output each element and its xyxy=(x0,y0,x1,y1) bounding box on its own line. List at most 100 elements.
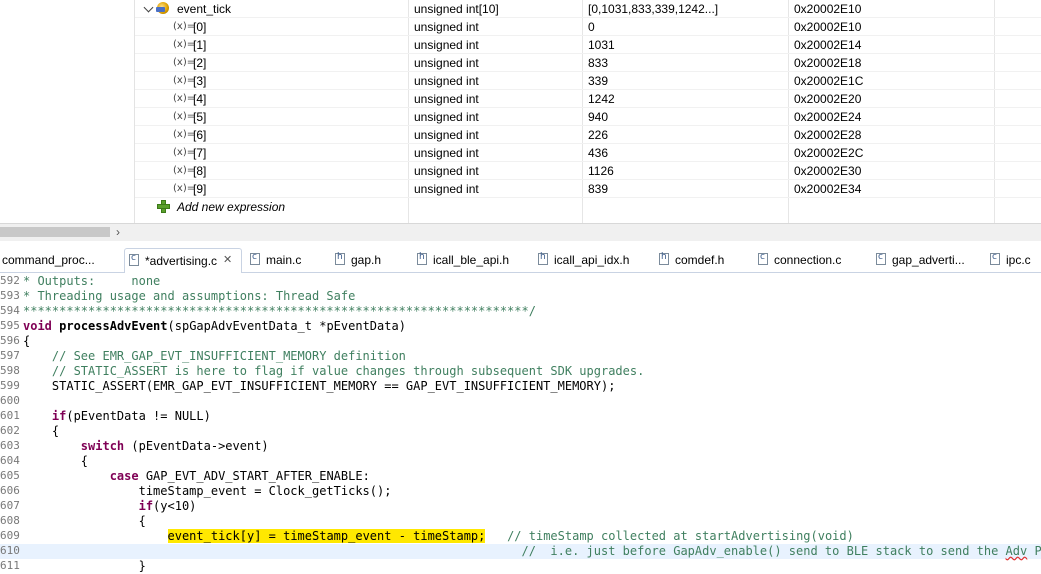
code-text[interactable]: // See EMR_GAP_EVT_INSUFFICIENT_MEMORY d… xyxy=(23,349,406,363)
code-text[interactable]: { xyxy=(23,424,59,438)
expression-child-row[interactable]: (x)= [9] unsigned int 839 0x20002E34 xyxy=(135,180,1041,198)
code-line[interactable]: 593 * Threading usage and assumptions: Th… xyxy=(0,289,1041,304)
close-tab-icon[interactable]: ✕ xyxy=(223,253,232,266)
code-text[interactable]: { xyxy=(23,334,30,348)
expression-child-row[interactable]: (x)= [2] unsigned int 833 0x20002E18 xyxy=(135,54,1041,72)
expression-child-row[interactable]: (x)= [3] unsigned int 339 0x20002E1C xyxy=(135,72,1041,90)
code-text[interactable]: timeStamp_event = Clock_getTicks(); xyxy=(23,484,392,498)
code-text[interactable]: STATIC_ASSERT(EMR_GAP_EVT_INSUFFICIENT_M… xyxy=(23,379,616,393)
expr-child-value[interactable]: 839 xyxy=(588,182,608,196)
expr-child-value[interactable]: 833 xyxy=(588,56,608,70)
code-text[interactable]: switch (pEventData->event) xyxy=(23,439,269,453)
expr-child-type: unsigned int xyxy=(414,164,479,178)
code-line[interactable]: 611 } xyxy=(0,559,1041,574)
expr-child-name: [2] xyxy=(193,56,207,70)
expression-child-row[interactable]: (x)= [0] unsigned int 0 0x20002E10 xyxy=(135,18,1041,36)
expr-child-value[interactable]: 1126 xyxy=(588,164,614,178)
code-text[interactable]: case GAP_EVT_ADV_START_AFTER_ENABLE: xyxy=(23,469,370,483)
expression-child-row[interactable]: (x)= [8] unsigned int 1126 0x20002E30 xyxy=(135,162,1041,180)
expr-child-value[interactable]: 436 xyxy=(588,146,608,160)
code-text[interactable]: if(pEventData != NULL) xyxy=(23,409,211,423)
code-line[interactable]: 605 case GAP_EVT_ADV_START_AFTER_ENABLE: xyxy=(0,469,1041,484)
line-number: 592 xyxy=(0,274,20,287)
scroll-right-arrow-icon[interactable]: › xyxy=(116,225,120,239)
code-text[interactable]: void processAdvEvent(spGapAdvEventData_t… xyxy=(23,319,406,333)
expr-child-value[interactable]: 1242 xyxy=(588,92,615,106)
expr-value[interactable]: [0,1031,833,339,1242...] xyxy=(588,2,718,16)
expression-child-row[interactable]: (x)= [4] unsigned int 1242 0x20002E20 xyxy=(135,90,1041,108)
code-line[interactable]: 604 { xyxy=(0,454,1041,469)
code-text[interactable]: { xyxy=(23,514,146,528)
code-line[interactable]: 601 if(pEventData != NULL) xyxy=(0,409,1041,424)
expr-address: 0x20002E10 xyxy=(794,2,862,16)
code-text[interactable]: if(y<10) xyxy=(23,499,197,513)
expr-child-value[interactable]: 226 xyxy=(588,128,608,142)
c-file-icon xyxy=(129,253,139,266)
add-expression-row[interactable]: Add new expression xyxy=(135,198,1041,216)
expr-child-name: [5] xyxy=(193,110,207,124)
variable-icon: (x)= xyxy=(173,111,196,122)
expr-child-type: unsigned int xyxy=(414,20,479,34)
expr-child-value[interactable]: 339 xyxy=(588,74,608,88)
code-line[interactable]: 600 xyxy=(0,394,1041,409)
expr-child-name: [6] xyxy=(193,128,207,142)
expression-child-row[interactable]: (x)= [6] unsigned int 226 0x20002E28 xyxy=(135,126,1041,144)
code-text[interactable]: // i.e. just before GapAdv_enable() send… xyxy=(23,544,1041,558)
expr-type: unsigned int[10] xyxy=(414,2,499,16)
code-line[interactable]: 594 *************************************… xyxy=(0,304,1041,319)
code-text[interactable]: { xyxy=(23,454,88,468)
expr-child-address: 0x20002E20 xyxy=(794,92,862,106)
expression-child-row[interactable]: (x)= [7] unsigned int 436 0x20002E2C xyxy=(135,144,1041,162)
code-line[interactable]: 603 switch (pEventData->event) xyxy=(0,439,1041,454)
code-line[interactable]: 607 if(y<10) xyxy=(0,499,1041,514)
code-text[interactable]: * Outputs: none xyxy=(23,274,160,288)
code-text[interactable]: // STATIC_ASSERT is here to flag if valu… xyxy=(23,364,644,378)
expression-child-row[interactable]: (x)= [5] unsigned int 940 0x20002E24 xyxy=(135,108,1041,126)
expr-child-value[interactable]: 0 xyxy=(588,20,595,34)
variable-icon: (x)= xyxy=(173,165,196,176)
code-line[interactable]: 610 // i.e. just before GapAdv_enable() … xyxy=(0,544,1041,559)
tab-label: gap.h xyxy=(351,253,382,267)
code-line[interactable]: 599 STATIC_ASSERT(EMR_GAP_EVT_INSUFFICIE… xyxy=(0,379,1041,394)
tab-label: ipc.c xyxy=(1006,253,1031,267)
code-line[interactable]: 602 { xyxy=(0,424,1041,439)
code-line[interactable]: 609 event_tick[y] = timeStamp_event - ti… xyxy=(0,529,1041,544)
expr-child-value[interactable]: 1031 xyxy=(588,38,615,52)
tab-label: main.c xyxy=(266,253,302,267)
variable-icon: (x)= xyxy=(173,93,196,104)
expr-child-address: 0x20002E14 xyxy=(794,38,862,52)
line-number: 599 xyxy=(0,379,20,392)
scrollbar-thumb[interactable] xyxy=(0,227,110,237)
variable-icon: (x)= xyxy=(173,129,196,140)
horizontal-scrollbar[interactable]: › xyxy=(0,223,1041,241)
expr-child-value[interactable]: 940 xyxy=(588,110,608,124)
code-editor[interactable]: 592 * Outputs: none 593 * Threading usage a… xyxy=(0,273,1041,574)
expression-row-event-tick[interactable]: event_tick unsigned int[10] [0,1031,833,… xyxy=(135,0,1041,18)
chevron-down-icon[interactable] xyxy=(143,2,154,13)
add-icon[interactable] xyxy=(157,200,170,213)
code-line[interactable]: 608 { xyxy=(0,514,1041,529)
code-text[interactable]: event_tick[y] = timeStamp_event - timeSt… xyxy=(23,529,854,543)
code-line[interactable]: 606 timeStamp_event = Clock_getTicks(); xyxy=(0,484,1041,499)
c-file-icon xyxy=(758,252,768,265)
tab-advertising-c[interactable]: *advertising.c ✕ xyxy=(124,248,242,273)
line-number: 597 xyxy=(0,349,20,362)
code-line[interactable]: 597 // See EMR_GAP_EVT_INSUFFICIENT_MEMO… xyxy=(0,349,1041,364)
code-text[interactable]: * Threading usage and assumptions: Threa… xyxy=(23,289,355,303)
code-line[interactable]: 596{ xyxy=(0,334,1041,349)
code-line[interactable]: 595 void processAdvEvent(spGapAdvEventDat… xyxy=(0,319,1041,334)
expression-child-row[interactable]: (x)= [1] unsigned int 1031 0x20002E14 xyxy=(135,36,1041,54)
expr-child-address: 0x20002E2C xyxy=(794,146,864,160)
code-line[interactable]: 598 // STATIC_ASSERT is here to flag if … xyxy=(0,364,1041,379)
line-number: 596 xyxy=(0,334,20,347)
expr-child-address: 0x20002E24 xyxy=(794,110,862,124)
expr-name: event_tick xyxy=(177,2,232,16)
code-text[interactable]: ****************************************… xyxy=(23,304,536,318)
tab-label: comdef.h xyxy=(675,253,725,267)
variable-icon: (x)= xyxy=(173,57,196,68)
add-expression-label[interactable]: Add new expression xyxy=(177,200,285,214)
code-text[interactable]: } xyxy=(23,559,146,573)
c-file-icon xyxy=(250,252,260,265)
code-line[interactable]: 592 * Outputs: none xyxy=(0,274,1041,289)
line-number: 602 xyxy=(0,424,20,437)
